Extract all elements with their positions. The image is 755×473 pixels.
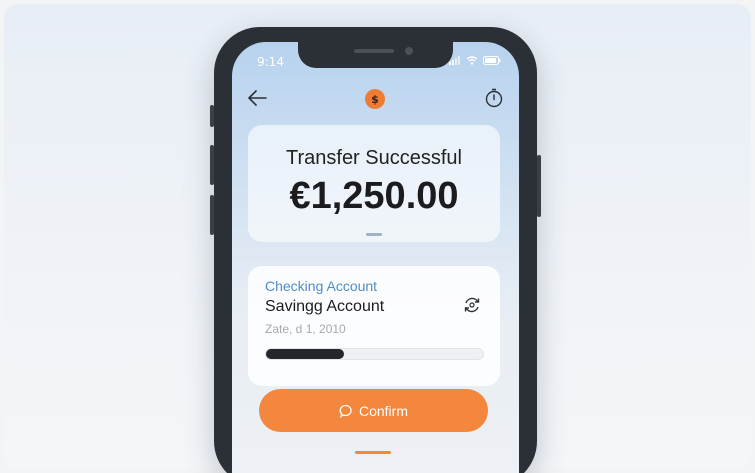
status-icons <box>449 56 501 65</box>
mute-switch <box>210 105 214 127</box>
home-indicator <box>355 451 391 454</box>
volume-down-button <box>210 195 214 235</box>
chat-bubble-icon <box>339 404 352 418</box>
from-account-label[interactable]: Checking Account <box>265 278 377 294</box>
transfer-date: Zate, d 1, 2010 <box>265 322 346 336</box>
transfer-progress-fill <box>266 349 345 359</box>
confirm-label: Confirm <box>358 402 408 419</box>
front-camera <box>405 47 413 55</box>
transfer-amount: €1,250.00 <box>289 175 459 217</box>
phone-screen: 9:14 $ Transfer Successful €1,250.00 Che… <box>232 42 519 473</box>
timer-icon <box>485 88 503 108</box>
status-time: 9:14 <box>257 55 284 69</box>
battery-icon <box>483 56 501 65</box>
speaker <box>354 49 394 53</box>
signal-icon <box>449 56 460 65</box>
to-account-label: Savingg Account <box>265 298 385 315</box>
back-arrow-icon <box>248 90 267 106</box>
volume-up-button <box>210 145 214 185</box>
swap-icon <box>464 297 480 313</box>
back-button[interactable] <box>246 88 268 112</box>
account-card: Checking Account Savingg Account Zate, d… <box>248 266 500 386</box>
wifi-icon <box>466 56 478 65</box>
notch <box>298 42 453 68</box>
transfer-progress-bar <box>265 348 484 360</box>
confirm-button[interactable]: Confirm <box>259 389 488 432</box>
transfer-summary-card: Transfer Successful €1,250.00 <box>248 125 500 242</box>
timer-button[interactable] <box>485 88 503 112</box>
app-logo-icon: $ <box>365 89 385 109</box>
swap-accounts-button[interactable] <box>462 295 482 319</box>
transfer-title: Transfer Successful <box>286 147 462 169</box>
power-button <box>537 155 541 217</box>
page-indicator <box>366 233 382 236</box>
header: $ <box>232 86 519 112</box>
